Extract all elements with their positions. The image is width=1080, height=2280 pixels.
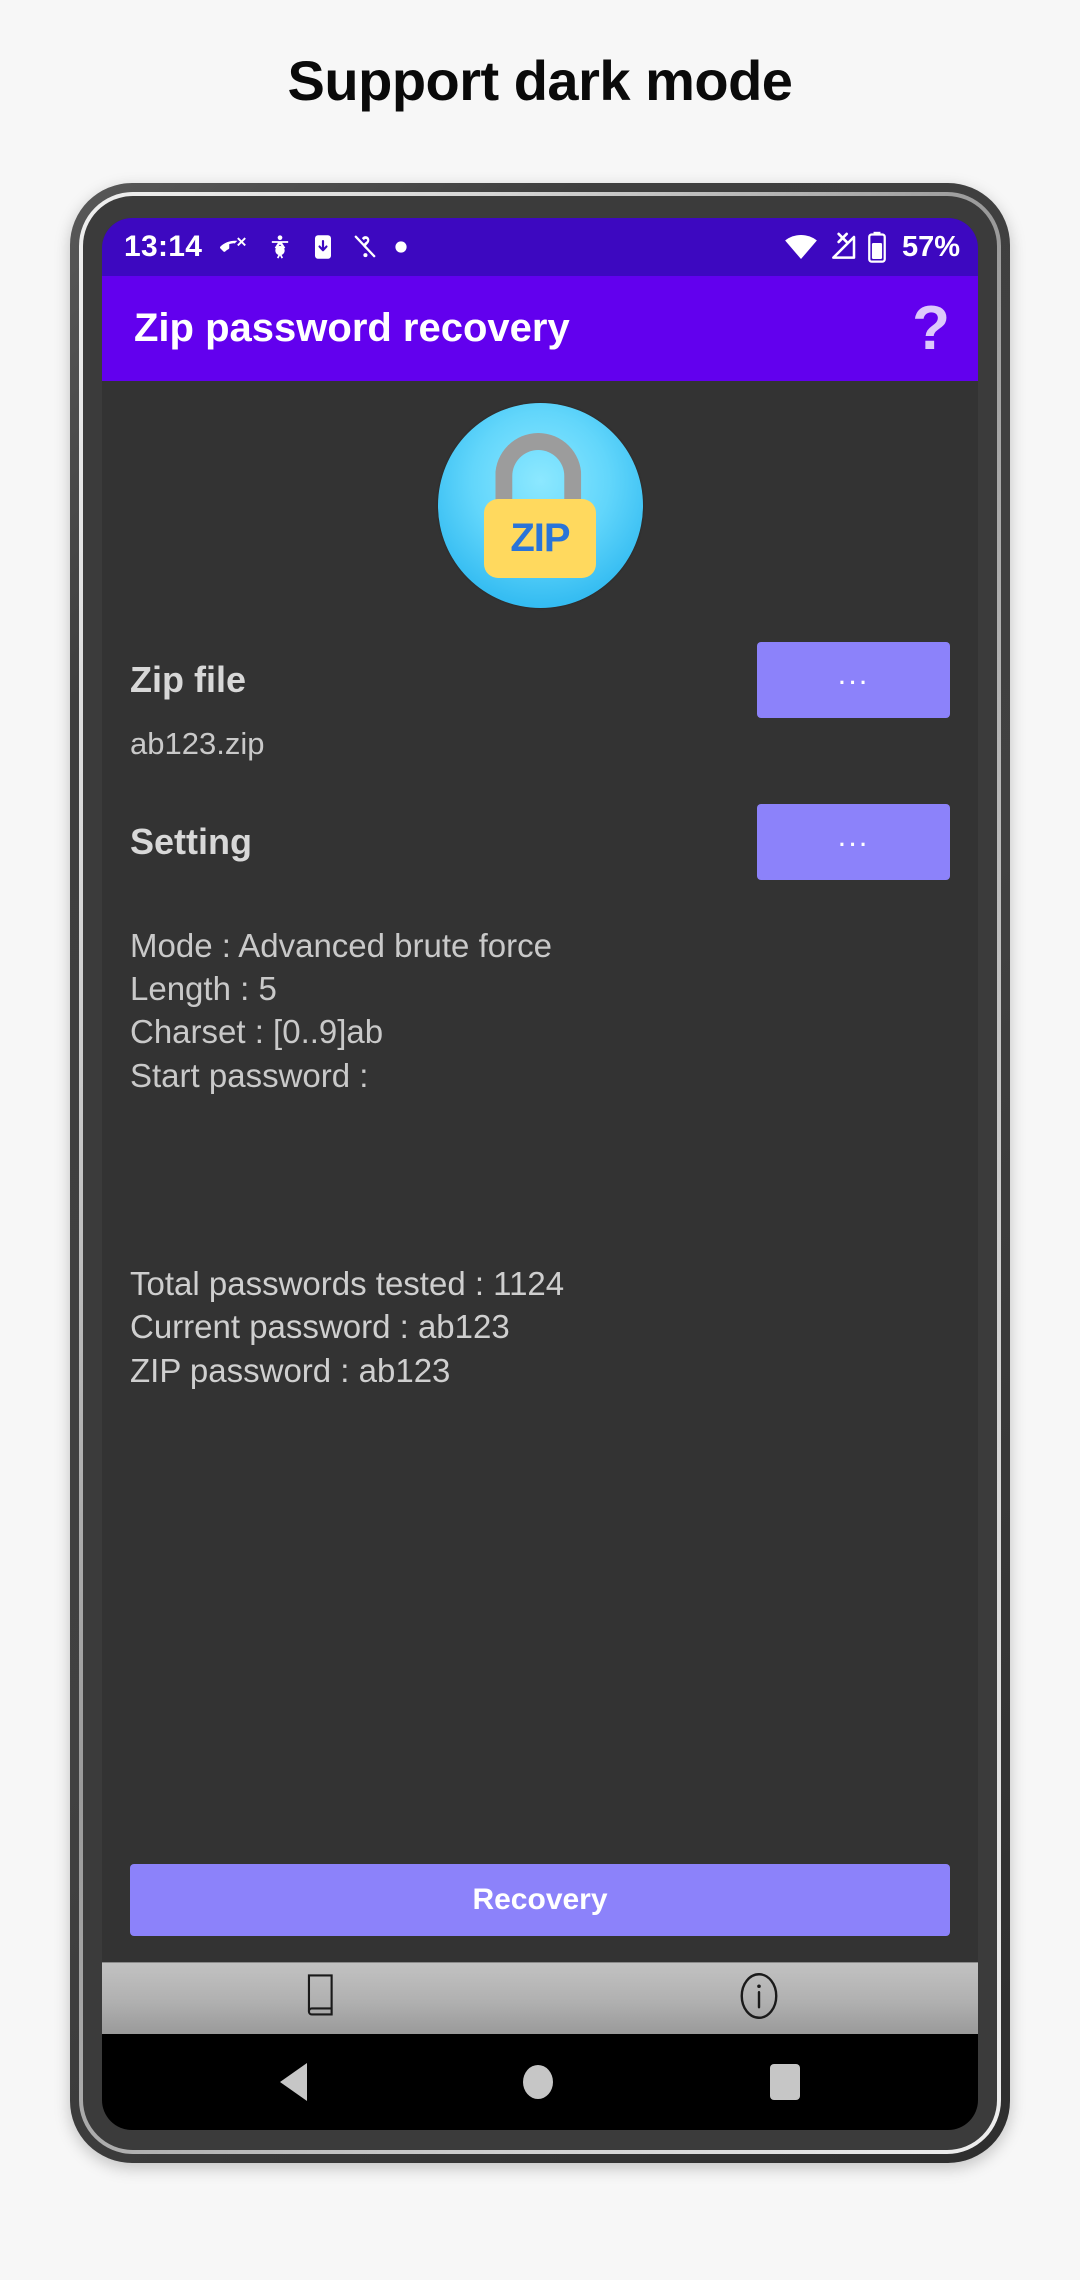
detail-length: Length : 5	[130, 970, 277, 1008]
result-total-tested: Total passwords tested : 1124	[130, 1264, 565, 1302]
logo-zip-label: ZIP	[510, 516, 570, 560]
padlock-body-icon: ZIP	[484, 499, 596, 578]
manual-book-icon	[304, 1973, 338, 2024]
wifi-icon	[784, 232, 818, 262]
zip-file-value: ab123.zip	[130, 726, 265, 761]
detail-start-password: Start password :	[130, 1056, 369, 1094]
status-right-icons: 57%	[784, 231, 960, 264]
setting-row: Setting ...	[130, 800, 950, 884]
setting-label: Setting	[130, 821, 252, 862]
settings-details: Mode : Advanced brute force Length : 5 C…	[130, 924, 950, 1097]
zip-lock-logo: ZIP	[437, 403, 643, 608]
accessibility-icon	[266, 232, 294, 262]
battery-percent-label: 57%	[901, 230, 960, 263]
phone-screen: 13:14 57% Zip password recovery ? ZIP Zi…	[102, 218, 978, 2130]
recovery-button[interactable]: Recovery	[130, 1864, 950, 1936]
app-bar: Zip password recovery ?	[102, 276, 978, 381]
detail-charset: Charset : [0..9]ab	[130, 1013, 384, 1051]
status-time: 13:14	[124, 230, 203, 263]
phone-body: 13:14 57% Zip password recovery ? ZIP Zi…	[83, 196, 997, 2150]
status-bar: 13:14 57%	[102, 218, 978, 276]
manual-book-button[interactable]	[102, 1973, 540, 2024]
result-current-password: Current password : ab123	[130, 1308, 510, 1346]
detail-mode: Mode : Advanced brute force	[130, 927, 552, 964]
android-nav-bar	[102, 2034, 978, 2130]
cellular-no-signal-icon	[826, 232, 858, 262]
setting-browse-button[interactable]: ...	[757, 804, 950, 880]
back-icon[interactable]	[280, 2063, 308, 2101]
bottom-gap	[130, 1936, 950, 1962]
page-root: Support dark mode 13:14 57% Zip password…	[0, 0, 1080, 2280]
details-gap	[130, 1097, 950, 1262]
help-icon[interactable]: ?	[912, 297, 950, 360]
flexible-spacer	[130, 1393, 950, 1864]
info-button[interactable]	[540, 1972, 978, 2025]
silent-mode-icon	[352, 232, 378, 262]
recents-icon[interactable]	[769, 2064, 800, 2100]
missed-call-icon	[220, 232, 250, 262]
phone-mockup: 13:14 57% Zip password recovery ? ZIP Zi…	[70, 183, 1010, 2163]
dot-icon	[394, 240, 408, 254]
battery-icon	[866, 231, 888, 263]
home-icon[interactable]	[523, 2065, 554, 2099]
app-bar-title: Zip password recovery	[134, 306, 570, 350]
bottom-toolbar	[102, 1962, 978, 2034]
page-title: Support dark mode	[287, 49, 793, 112]
app-main-content: ZIP Zip file ... ab123.zip Setting ... M…	[102, 381, 978, 1962]
logo-container: ZIP	[130, 403, 950, 608]
zip-file-browse-button[interactable]: ...	[757, 642, 950, 718]
download-to-phone-icon	[310, 232, 336, 262]
phone-bezel: 13:14 57% Zip password recovery ? ZIP Zi…	[79, 192, 1001, 2154]
status-left-icons	[220, 232, 408, 262]
zip-file-label: Zip file	[130, 659, 246, 700]
result-zip-password: ZIP password : ab123	[130, 1351, 451, 1389]
results-details: Total passwords tested : 1124 Current pa…	[130, 1262, 950, 1393]
info-icon	[739, 1972, 779, 2025]
zip-file-row: Zip file ...	[130, 638, 950, 722]
